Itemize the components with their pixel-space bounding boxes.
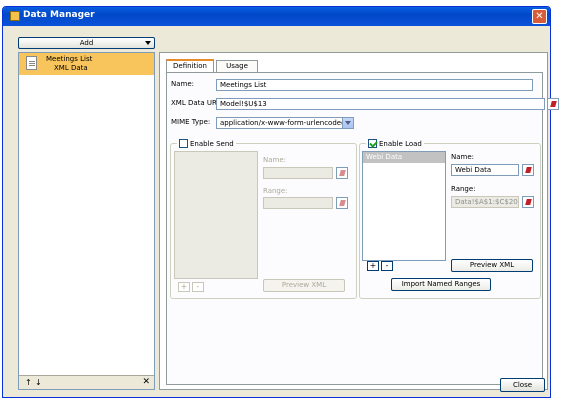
send-name-label: Name: [263,156,287,164]
cell-selector-icon [336,167,348,179]
window-title: Data Manager [23,10,95,20]
add-button-label: Add [79,39,94,47]
load-remove-button[interactable]: - [381,261,393,271]
move-up-icon[interactable]: ↑ [25,378,32,387]
data-manager-icon [10,11,20,21]
name-field[interactable]: Meetings List [216,79,533,91]
close-button[interactable]: Close [500,378,545,392]
send-name-field [263,167,333,179]
window-close-button[interactable]: ✕ [532,9,547,24]
chevron-down-icon [145,41,151,45]
name-label: Name: [171,80,195,88]
load-items-list: Webi Data [362,151,446,261]
document-icon [26,56,37,70]
import-named-ranges-button[interactable]: Import Named Ranges [391,278,491,291]
enable-send-label: Enable Send [190,140,234,148]
properties-panel: Definition Usage Name: Meetings List XML… [159,52,559,390]
tab-definition[interactable]: Definition [166,59,214,73]
send-group: Enable Send + - Name: Range: Preview XML [170,139,357,299]
cell-selector-icon[interactable] [547,98,559,110]
cell-selector-icon [336,197,348,209]
send-range-field [263,197,333,209]
checkbox-icon [179,139,188,148]
mime-type-label: MIME Type: [171,118,211,126]
connections-footer: ↑ ↓ ✕ [19,375,154,389]
tab-usage[interactable]: Usage [216,60,258,72]
title-bar: Data Manager ✕ [3,7,550,26]
list-item[interactable]: Webi Data [363,152,445,163]
cell-selector-icon[interactable] [522,196,534,208]
connection-type: XML Data [54,64,88,72]
chevron-down-icon [342,118,353,128]
load-name-label: Name: [451,153,475,161]
load-range-label: Range: [451,185,476,193]
send-preview-xml-button: Preview XML [263,279,345,292]
load-range-field[interactable]: Data!$A$1:$C$20 [451,196,519,208]
cell-selector-icon[interactable] [522,164,534,176]
send-remove-button: - [192,282,204,292]
connection-name: Meetings List [46,55,93,63]
connection-item[interactable]: Meetings List XML Data [19,53,154,75]
enable-load-checkbox[interactable]: Enable Load [366,139,424,148]
load-add-button[interactable]: + [367,261,379,271]
enable-send-checkbox[interactable]: Enable Send [177,139,236,148]
mime-type-value: application/x-www-form-urlencoded [220,119,346,127]
data-manager-window: Data Manager ✕ Add Meetings List XML Dat… [2,6,559,398]
send-items-list [174,151,258,279]
move-down-icon[interactable]: ↓ [35,378,42,387]
checkmark-icon [368,139,377,148]
load-name-field[interactable]: Webi Data [451,164,519,176]
add-connection-button[interactable]: Add [18,37,155,49]
dialog-client: Add Meetings List XML Data ↑ ↓ ✕ Definit… [5,27,559,397]
definition-tab-body: Name: Meetings List XML Data URL: Model!… [166,72,559,385]
connections-list: Meetings List XML Data ↑ ↓ ✕ [18,52,155,390]
mime-type-select[interactable]: application/x-www-form-urlencoded [216,117,354,129]
xml-url-field[interactable]: Model!$U$13 [216,98,545,110]
delete-connection-icon[interactable]: ✕ [142,377,150,387]
enable-load-label: Enable Load [379,140,422,148]
send-add-button: + [178,282,190,292]
send-range-label: Range: [263,187,288,195]
load-preview-xml-button[interactable]: Preview XML [451,259,533,272]
load-group: Enable Load Webi Data + - Name: Webi Dat… [359,139,541,299]
